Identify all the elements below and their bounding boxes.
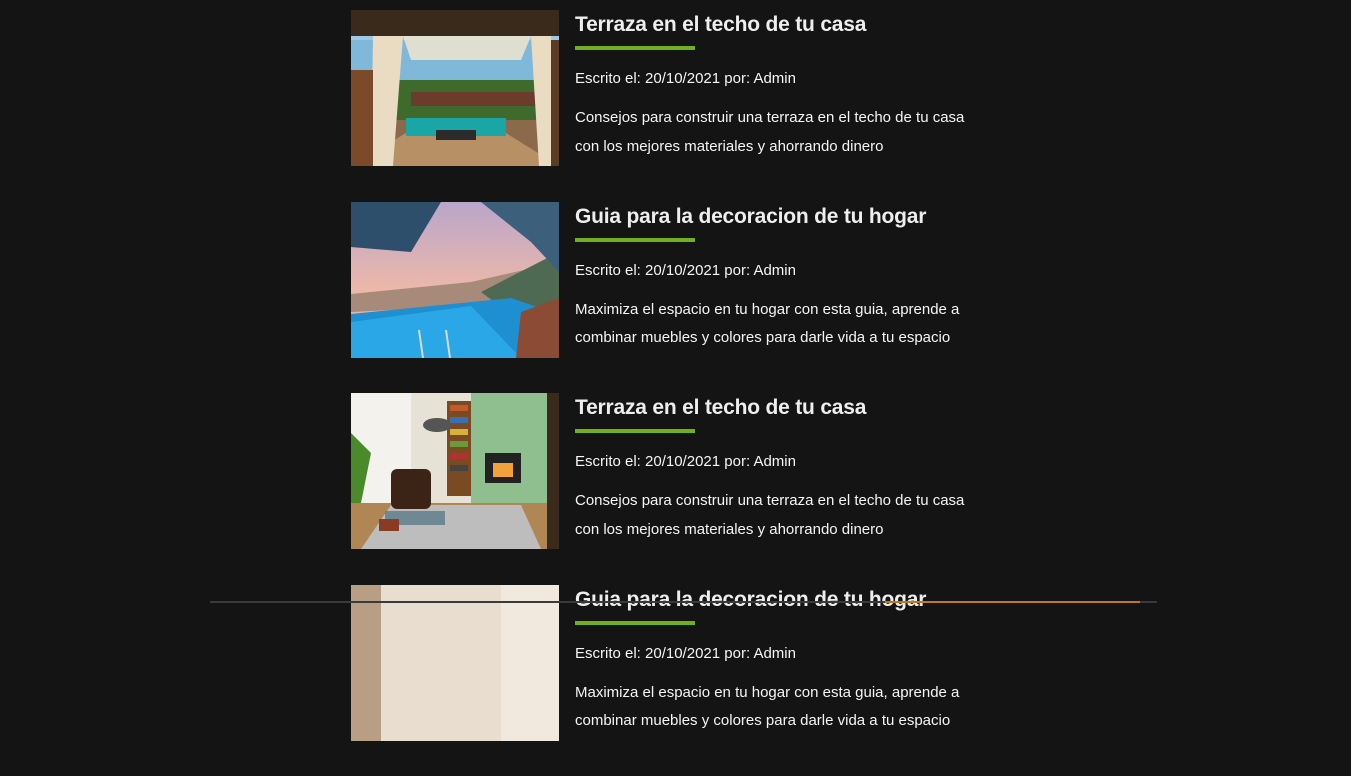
blog-post-card: Guia para la decoracion de tu hogar Escr…	[351, 201, 991, 358]
interior-photo	[351, 584, 559, 741]
post-meta: Escrito el: 20/10/2021 por: Admin	[575, 644, 796, 662]
terrace-photo	[351, 10, 559, 166]
post-title[interactable]: Terraza en el techo de tu casa	[575, 10, 991, 40]
blog-post-card: Terraza en el techo de tu casa Escrito e…	[351, 10, 991, 166]
title-underline	[575, 620, 695, 625]
post-thumbnail-terrace[interactable]	[351, 10, 559, 166]
post-excerpt: Consejos para construir una terraza en e…	[575, 492, 965, 538]
blog-post-card: Terraza en el techo de tu casa Escrito e…	[351, 393, 991, 549]
post-excerpt: Maximiza el espacio en tu hogar con esta…	[575, 300, 960, 347]
post-title[interactable]: Guia para la decoracion de tu hogar	[575, 585, 991, 615]
post-meta: Escrito el: 20/10/2021 por: Admin	[575, 70, 796, 87]
title-underline	[575, 46, 695, 50]
title-underline	[575, 429, 695, 433]
living-room-photo	[351, 393, 559, 549]
post-excerpt: Consejos para construir una terraza en e…	[575, 109, 965, 155]
post-thumbnail-interior[interactable]	[351, 584, 559, 741]
post-info: Terraza en el techo de tu casa Escrito e…	[575, 393, 991, 549]
post-info: Terraza en el techo de tu casa Escrito e…	[575, 10, 991, 166]
post-meta: Escrito el: 20/10/2021 por: Admin	[575, 261, 796, 279]
blog-post-card: Guia para la decoracion de tu hogar Escr…	[351, 584, 991, 741]
blog-post-list: Terraza en el techo de tu casa Escrito e…	[351, 10, 991, 776]
title-underline	[575, 237, 695, 242]
post-meta: Escrito el: 20/10/2021 por: Admin	[575, 453, 796, 470]
post-info: Guia para la decoracion de tu hogar Escr…	[575, 202, 991, 358]
post-title[interactable]: Guia para la decoracion de tu hogar	[575, 202, 991, 232]
infinity-pool-photo	[351, 201, 559, 358]
post-excerpt: Maximiza el espacio en tu hogar con esta…	[575, 683, 960, 730]
post-title[interactable]: Terraza en el techo de tu casa	[575, 393, 991, 423]
post-thumbnail-pool[interactable]	[351, 201, 559, 358]
post-info: Guia para la decoracion de tu hogar Escr…	[575, 585, 991, 741]
post-thumbnail-living-room[interactable]	[351, 393, 559, 549]
